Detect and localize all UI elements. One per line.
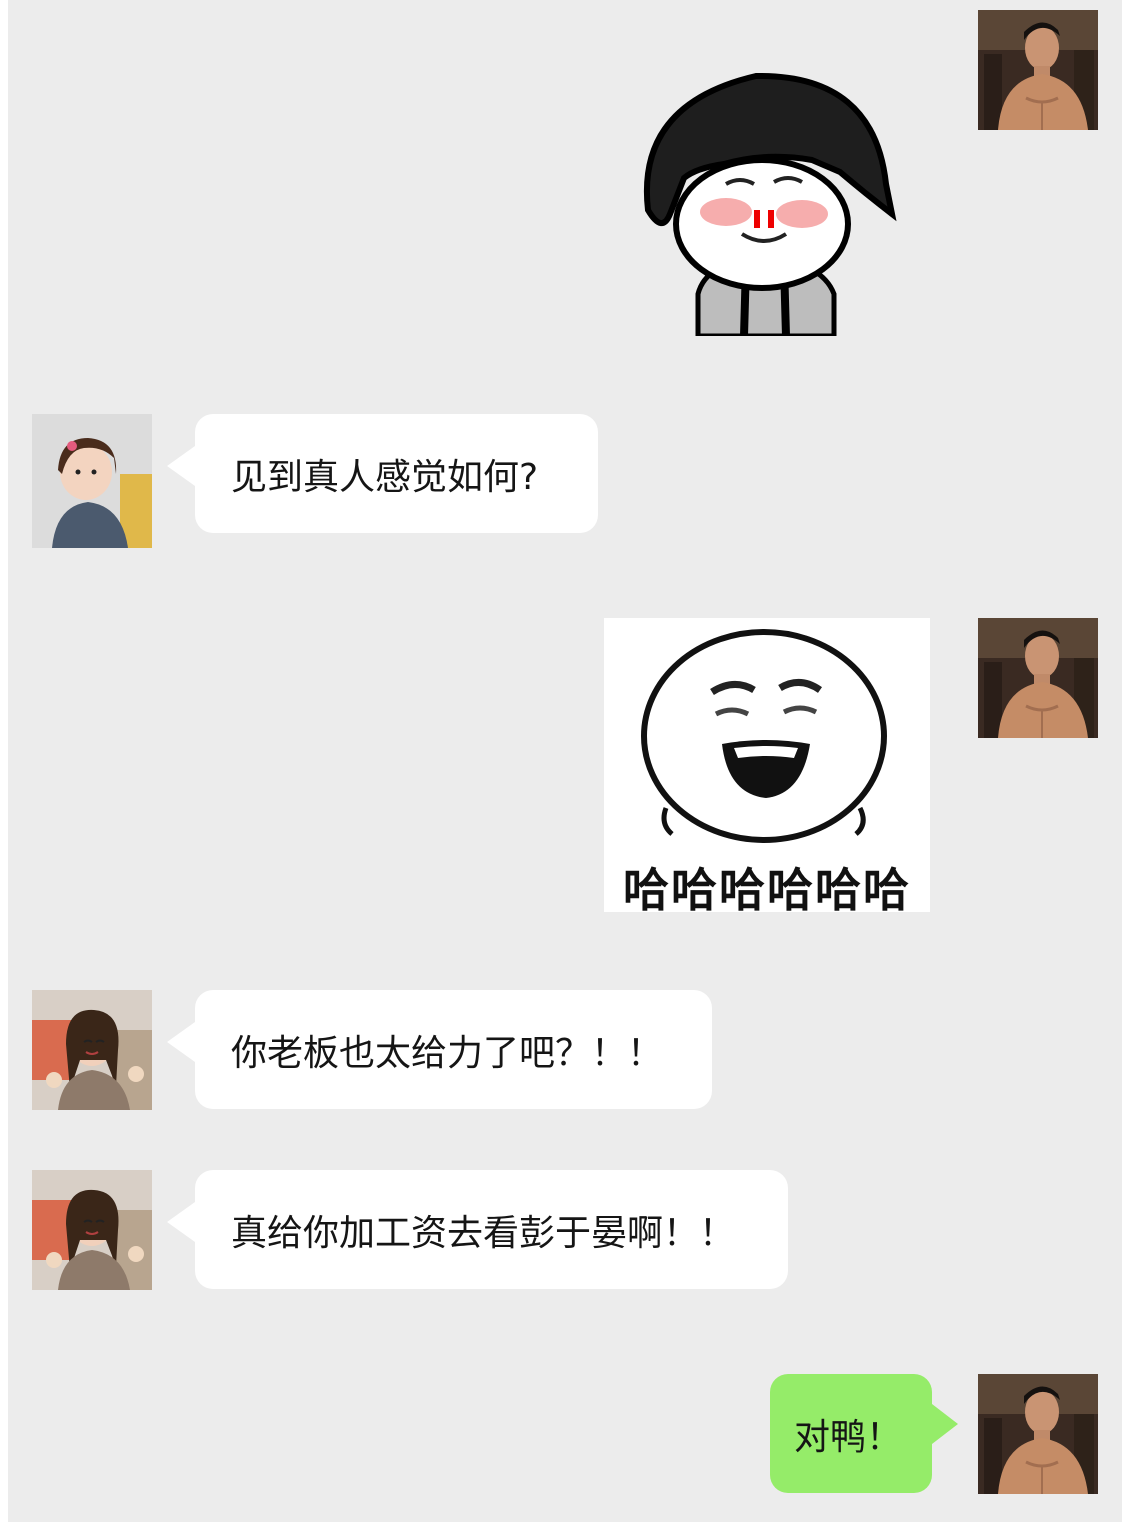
message-text: 对鸭！ bbox=[794, 1416, 903, 1458]
avatar-girl-icon bbox=[32, 414, 152, 548]
avatar-man-icon bbox=[978, 10, 1098, 130]
message-bubble[interactable]: 你老板也太给力了吧？！！ bbox=[167, 990, 712, 1109]
avatar-man[interactable] bbox=[978, 10, 1098, 130]
message-text: 见到真人感觉如何? bbox=[231, 456, 539, 498]
avatar-man[interactable] bbox=[978, 618, 1098, 738]
sticker-caption: 哈哈哈哈哈哈 bbox=[623, 863, 911, 912]
avatar-girl-icon bbox=[32, 1170, 152, 1290]
message-bubble[interactable]: 见到真人感觉如何? bbox=[167, 414, 598, 533]
message-bubble[interactable]: 真给你加工资去看彭于晏啊！！ bbox=[167, 1170, 788, 1289]
avatar-man-icon bbox=[978, 1374, 1098, 1494]
sticker-laughing-face[interactable]: 哈哈哈哈哈哈 bbox=[604, 618, 930, 912]
mushroom-head-nosebleed-icon bbox=[626, 64, 898, 336]
chat-area: 见到真人感觉如何? 哈哈哈哈哈哈 你老板也太给力了吧？！！ 真给你加工资去看彭于… bbox=[8, 0, 1122, 1522]
avatar-man[interactable] bbox=[978, 1374, 1098, 1494]
sticker-mushroom-head[interactable] bbox=[626, 64, 898, 336]
avatar-girl-2[interactable] bbox=[32, 1170, 152, 1290]
avatar-man-icon bbox=[978, 618, 1098, 738]
avatar-girl-2[interactable] bbox=[32, 990, 152, 1110]
message-bubble[interactable]: 对鸭！ bbox=[770, 1374, 958, 1493]
message-text: 真给你加工资去看彭于晏啊！！ bbox=[231, 1212, 736, 1254]
avatar-girl-icon bbox=[32, 990, 152, 1110]
message-text: 你老板也太给力了吧？！！ bbox=[231, 1032, 664, 1074]
avatar-girl-1[interactable] bbox=[32, 414, 152, 548]
